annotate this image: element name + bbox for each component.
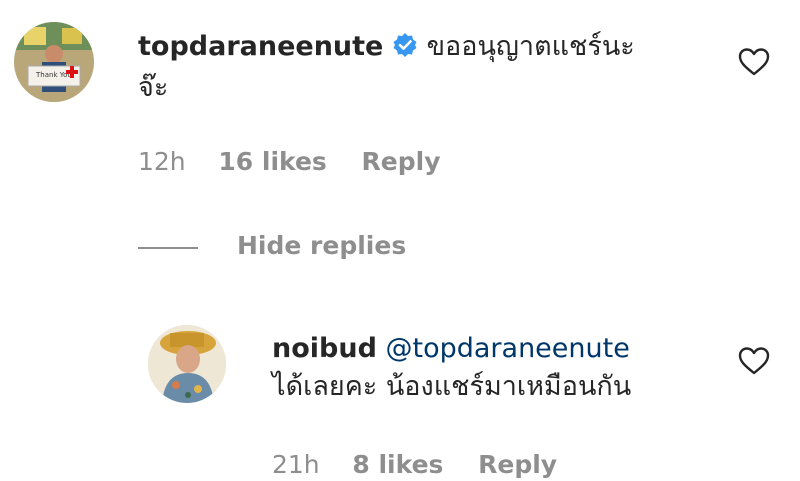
reply-body: noibud @topdaraneenute ได้เลยคะ น้องแชร์… [272, 330, 722, 406]
like-reply-heart-icon[interactable] [738, 346, 770, 376]
reply-username[interactable]: noibud [272, 333, 377, 364]
comment-text-line1: ขออนุญาตแชร์นะ [426, 31, 635, 62]
reply-avatar[interactable] [148, 325, 226, 403]
comment-meta: 12h 16 likes Reply [138, 147, 441, 176]
comment-text-line2: จ๊ะ [138, 72, 169, 103]
comment-likes[interactable]: 16 likes [218, 147, 326, 176]
comment-time: 12h [138, 147, 186, 176]
hide-replies-button[interactable]: Hide replies [237, 231, 406, 260]
comment-body: topdaraneenute ขออนุญาตแชร์นะ จ๊ะ [138, 28, 718, 107]
reply-meta: 21h 8 likes Reply [272, 450, 557, 479]
reply-time: 21h [272, 450, 320, 479]
reply-text: ได้เลยคะ น้องแชร์มาเหมือนกัน [272, 371, 632, 402]
replies-divider [138, 247, 198, 249]
verified-badge-icon [392, 31, 418, 69]
reply-mention-link[interactable]: @topdaraneenute [386, 333, 630, 364]
avatar[interactable]: Thank You [14, 22, 94, 102]
comment-reply-button[interactable]: Reply [362, 147, 441, 176]
reply-reply-button[interactable]: Reply [478, 450, 557, 479]
comment-username[interactable]: topdaraneenute [138, 31, 383, 62]
like-comment-heart-icon[interactable] [738, 47, 770, 77]
reply-likes[interactable]: 8 likes [352, 450, 443, 479]
